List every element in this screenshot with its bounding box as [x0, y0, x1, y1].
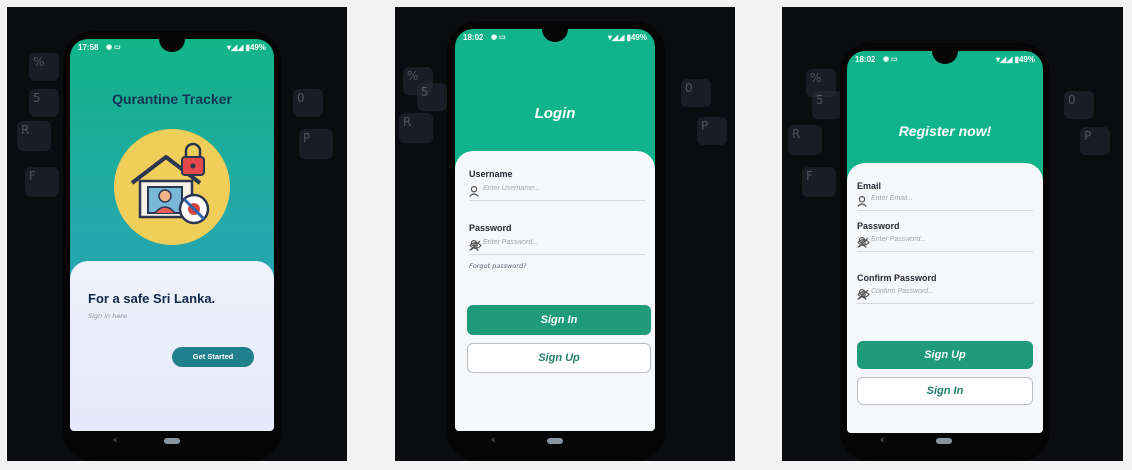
keyboard-key: 0: [681, 79, 711, 107]
keyboard-key: P: [697, 117, 727, 145]
welcome-card: For a safe Sri Lanka. Sign in here Get S…: [70, 261, 274, 431]
keyboard-key: 5: [417, 83, 447, 111]
status-time: 18:02: [855, 55, 876, 64]
tagline: For a safe Sri Lanka.: [88, 291, 216, 306]
phone-frame: 17:58 ◉ ▭ ▾◢◢ ▮49% Qurantine Tracker For…: [63, 31, 281, 461]
home-pill-icon[interactable]: [547, 438, 563, 444]
sign-in-button[interactable]: Sign In: [467, 305, 651, 335]
password-field: [857, 236, 1033, 252]
get-started-button[interactable]: Get Started: [172, 347, 254, 367]
status-bar: 18:02 ◉ ▭ ▾◢◢ ▮49%: [463, 33, 647, 45]
email-field: [857, 195, 1033, 211]
home-pill-icon[interactable]: [164, 438, 180, 444]
keyboard-key: R: [17, 121, 51, 151]
sign-in-button[interactable]: Sign In: [857, 377, 1033, 405]
status-signal-battery: ▾◢◢ ▮49%: [608, 33, 647, 42]
password-label: Password: [857, 221, 900, 231]
eye-off-icon[interactable]: [857, 237, 870, 248]
confirm-password-field: [857, 288, 1033, 304]
keyboard-key: F: [802, 167, 836, 197]
status-bar: 18:02 ◉ ▭ ▾◢◢ ▮49%: [855, 55, 1035, 67]
app-title: Qurantine Tracker: [112, 91, 232, 107]
notification-icons: ◉ ▭: [883, 56, 898, 63]
password-field: [469, 239, 645, 255]
status-signal-battery: ▾◢◢ ▮49%: [996, 55, 1035, 64]
home-pill-icon[interactable]: [936, 438, 952, 444]
sign-in-hint: Sign in here: [88, 312, 128, 320]
keyboard-key: P: [1080, 127, 1110, 155]
login-card: Username Password Forgot password? Sign …: [455, 151, 655, 431]
status-signal-battery: ▾◢◢ ▮49%: [227, 43, 266, 52]
phone-screen: 18:02 ◉ ▭ ▾◢◢ ▮49% Login Username Passwo…: [455, 29, 655, 431]
sign-up-button[interactable]: Sign Up: [467, 343, 651, 373]
phone-frame: 18:02 ◉ ▭ ▾◢◢ ▮49% Login Username Passwo…: [447, 21, 665, 461]
status-time: 18:02: [463, 33, 484, 42]
password-label: Password: [469, 223, 512, 233]
back-icon[interactable]: ‹: [880, 433, 884, 446]
confirm-password-label: Confirm Password: [857, 273, 937, 283]
back-icon[interactable]: ‹: [113, 433, 117, 446]
page-title: Login: [534, 105, 576, 122]
keyboard-key: P: [299, 129, 333, 159]
email-input[interactable]: [871, 195, 1013, 202]
photo-splash-screen: % 5 R F 0 P 17:58 ◉ ▭ ▾◢◢ ▮49% Qurantine…: [7, 7, 347, 461]
phone-frame: 18:02 ◉ ▭ ▾◢◢ ▮49% Register now! Email P…: [840, 43, 1050, 461]
notification-icons: ◉ ▭: [106, 44, 121, 51]
user-icon: [857, 196, 867, 207]
photo-register-screen: % 5 R F 0 P 18:02 ◉ ▭ ▾◢◢ ▮49% Register …: [782, 7, 1123, 461]
user-icon: [469, 186, 479, 197]
password-input[interactable]: [871, 236, 1013, 243]
keyboard-key: 0: [293, 89, 323, 117]
photo-login-screen: % 5 R 0 P 18:02 ◉ ▭ ▾◢◢ ▮49% Login Usern…: [395, 7, 735, 461]
sign-up-button[interactable]: Sign Up: [857, 341, 1033, 369]
no-virus-icon: [178, 193, 210, 225]
eye-off-icon[interactable]: [469, 240, 482, 251]
password-input[interactable]: [483, 239, 625, 246]
eye-off-icon[interactable]: [857, 289, 870, 300]
system-nav-bar: ‹: [63, 433, 281, 447]
keyboard-key: 5: [29, 89, 59, 117]
notification-icons: ◉ ▭: [491, 34, 506, 41]
register-card: Email Password Confirm Password: [847, 163, 1043, 433]
username-field: [469, 185, 645, 201]
forgot-password-link[interactable]: Forgot password?: [469, 262, 527, 270]
phone-screen: 17:58 ◉ ▭ ▾◢◢ ▮49% Qurantine Tracker For…: [70, 39, 274, 431]
username-input[interactable]: [483, 185, 625, 192]
system-nav-bar: ‹: [447, 433, 665, 447]
back-icon[interactable]: ‹: [491, 433, 495, 446]
keyboard-key: 5: [812, 91, 842, 119]
confirm-password-input[interactable]: [871, 288, 1013, 295]
system-nav-bar: ‹: [840, 433, 1050, 447]
quarantine-illustration: [114, 129, 230, 245]
phone-screen: 18:02 ◉ ▭ ▾◢◢ ▮49% Register now! Email P…: [847, 51, 1043, 433]
username-label: Username: [469, 169, 513, 179]
keyboard-key: 0: [1064, 91, 1094, 119]
status-time: 17:58: [78, 43, 99, 52]
keyboard-key: R: [788, 125, 822, 155]
keyboard-key: R: [399, 113, 433, 143]
keyboard-key: F: [25, 167, 59, 197]
page-title: Register now!: [898, 123, 992, 139]
keyboard-key: %: [29, 53, 59, 81]
email-label: Email: [857, 181, 882, 191]
status-bar: 17:58 ◉ ▭ ▾◢◢ ▮49%: [78, 43, 266, 55]
